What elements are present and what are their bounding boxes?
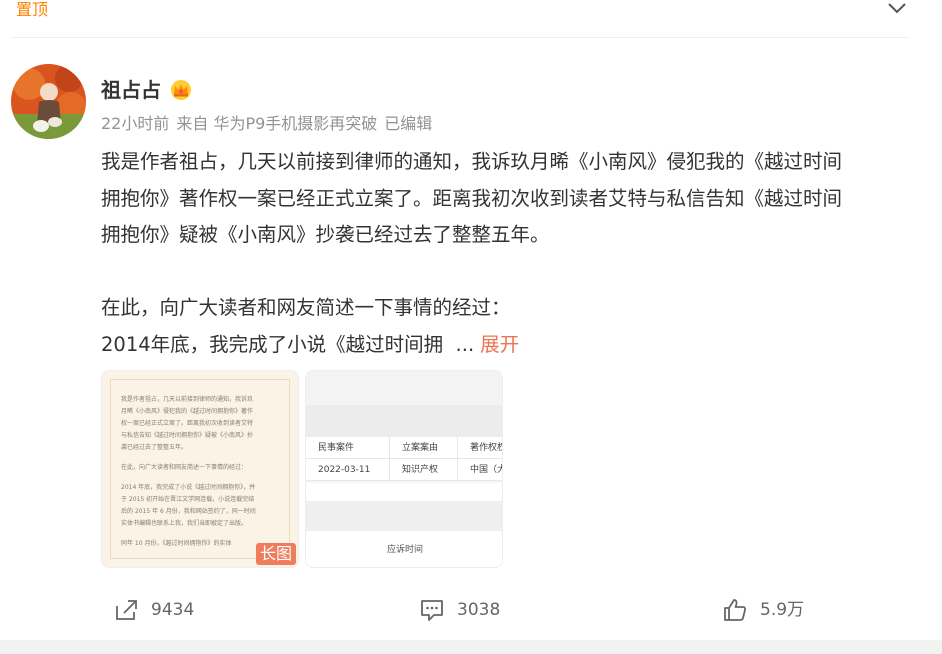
doc-line: 于 2015 初开始在晋江文学网连载。小说连载完结 <box>121 496 255 503</box>
table-image-band <box>306 405 502 437</box>
table-cell: 民事案件 <box>306 437 390 458</box>
crown-icon[interactable] <box>169 79 193 101</box>
pinned-label: 置顶 <box>16 0 49 19</box>
paragraph-line: 我是作者祖占，几天以前接到律师的通知，我诉玖月晞《小南风》侵犯我的《越过时间 <box>101 150 843 173</box>
ellipsis: ... <box>455 332 475 356</box>
comment-count: 3038 <box>457 600 501 620</box>
comment-icon <box>421 600 443 621</box>
divider <box>10 37 910 38</box>
like-button[interactable]: 5.9万 <box>722 596 804 624</box>
share-count: 9434 <box>151 600 195 620</box>
doc-line: 月晞《小南风》侵犯我的《越过时间拥抱你》著作 <box>121 408 254 415</box>
table-image-grid: 民事案件 立案案由 著作权权 2022-03-11 知识产权 中国（大 <box>306 437 503 481</box>
doc-line: 袭已经过去了整整五年。 <box>121 444 188 451</box>
paragraph-text: 2014年底，我完成了小说《越过时间拥 <box>101 332 444 356</box>
doc-gap <box>121 530 279 538</box>
doc-line: 与私信告知《越过时间拥抱你》疑被《小南风》抄 <box>121 432 254 439</box>
image-thumbnail-table[interactable]: 民事案件 立案案由 著作权权 2022-03-11 知识产权 中国（大 应诉时间 <box>305 370 503 568</box>
avatar[interactable] <box>11 64 86 139</box>
doc-line: 我是作者祖占，几天以前接到律师的通知，我诉玖 <box>121 396 254 403</box>
pinned-bar: 置顶 <box>0 0 942 28</box>
edited-label: 已编辑 <box>384 114 433 133</box>
comment-button[interactable]: 3038 <box>419 596 500 624</box>
table-cell: 2022-03-11 <box>306 459 390 480</box>
share-button[interactable]: 9434 <box>113 596 194 624</box>
post-meta: 22小时前 来自 华为P9手机摄影再突破 已编辑 <box>101 112 439 136</box>
paragraph-line: 在此，向广大读者和网友简述一下事情的经过： <box>101 296 511 319</box>
image-thumbnail-long[interactable]: 我是作者祖占，几天以前接到律师的通知，我诉玖 月晞《小南风》侵犯我的《越过时间拥… <box>101 370 299 568</box>
table-image-footer: 应诉时间 <box>306 531 502 567</box>
author-name[interactable]: 祖占占 <box>101 76 161 104</box>
doc-gap <box>121 474 279 482</box>
share-icon <box>116 600 137 620</box>
doc-gap <box>121 454 279 462</box>
thumbs-up-icon <box>724 599 746 621</box>
table-row: 2022-03-11 知识产权 中国（大 <box>306 459 503 481</box>
table-cell: 知识产权 <box>390 459 458 480</box>
table-row: 民事案件 立案案由 著作权权 <box>306 437 503 459</box>
like-count: 5.9万 <box>760 600 805 620</box>
paragraph-line: 拥抱你》疑被《小南风》抄袭已经过去了整整五年。 <box>101 223 550 246</box>
doc-line: 2014 年底，我完成了小说《越过时间拥抱你》，并 <box>121 484 256 491</box>
doc-line: 在此，向广大读者和网友简述一下事情的经过： <box>121 464 248 471</box>
chevron-down-icon[interactable] <box>885 0 909 18</box>
doc-line: 权一案已经正式立案了。距离我初次收到读者艾特 <box>121 420 254 427</box>
table-cell: 立案案由 <box>390 437 458 458</box>
post-source[interactable]: 来自 华为P9手机摄影再突破 <box>176 114 377 133</box>
post-time[interactable]: 22小时前 <box>101 114 169 133</box>
table-cell: 著作权权 <box>470 443 503 453</box>
table-image-band <box>306 501 502 531</box>
long-image-text: 我是作者祖占，几天以前接到律师的通知，我诉玖 月晞《小南风》侵犯我的《越过时间拥… <box>110 379 290 559</box>
table-image-spacer <box>306 483 502 501</box>
paragraph-line: 拥抱你》著作权一案已经正式立案了。距离我初次收到读者艾特与私信告知《越过时间 <box>101 186 843 210</box>
doc-line: 后的 2015 年 6 月份，我和网站签约了，同一时间 <box>121 508 256 515</box>
doc-line: 实体书编辑也联系上我，我们当即敲定了出版。 <box>121 520 248 527</box>
paragraph-line-last: 2014年底，我完成了小说《越过时间拥 ... 展开 <box>101 327 911 364</box>
post-content: 我是作者祖占，几天以前接到律师的通知，我诉玖月晞《小南风》侵犯我的《越过时间 拥… <box>101 144 911 363</box>
footer-strip <box>0 640 942 654</box>
table-image-header-band <box>306 371 502 405</box>
avatar-image <box>11 64 86 139</box>
long-image-badge: 长图 <box>255 543 296 565</box>
table-cell: 中国（大 <box>470 465 503 475</box>
expand-link[interactable]: 展开 <box>480 333 519 356</box>
